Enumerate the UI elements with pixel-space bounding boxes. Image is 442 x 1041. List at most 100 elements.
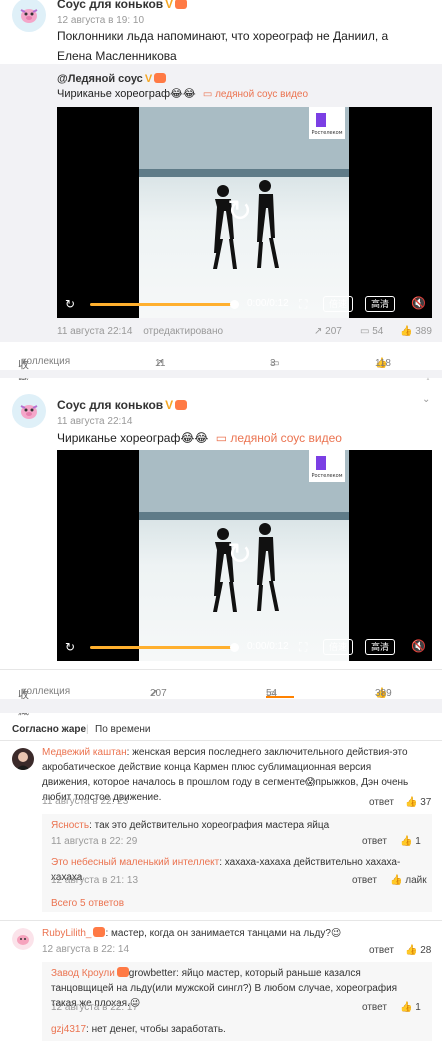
post-actions: 收藏 коллекция ↗ 207 ▭ 54 👍 389 — [0, 672, 442, 717]
laugh-emoji-icon: 😂😂 — [170, 88, 196, 100]
thumb-up-icon: 👍 — [405, 945, 418, 956]
commenter-avatar[interactable] — [12, 748, 34, 770]
author-name-text[interactable]: Соус для коньков — [57, 0, 163, 11]
comment-count-text[interactable]: 54 — [372, 326, 383, 337]
repost-text: Чириканье хореограф😂😂 ▭ ледяной соус вид… — [57, 84, 308, 105]
favorite-label: коллекция — [22, 686, 71, 697]
video-control-bar: ↻ 0:00/0:12 ⛶ 倍速 高清 🔇 — [57, 290, 432, 318]
comment-like-count: 28 — [420, 945, 432, 956]
section-separator — [0, 699, 442, 713]
comment-like-button[interactable]: 👍 37 — [405, 797, 431, 808]
repost-time: 11 августа 22:14 отредактировано — [57, 326, 223, 337]
reply-like-count: 1 — [415, 836, 421, 847]
reply-button[interactable]: ответ — [352, 875, 377, 886]
author-name[interactable]: Соус для коньков V — [57, 0, 188, 11]
video-player[interactable]: Ростелеком ↻ ↻ 0:00/0:12 ⛶ 倍速 高清 🔇 — [57, 107, 432, 318]
reply-button[interactable]: ответ — [362, 836, 387, 847]
share-count: 11 — [155, 358, 166, 369]
comment-icon: ▭ — [360, 326, 370, 337]
more-replies-link[interactable]: Всего 5 ответов — [51, 896, 124, 911]
speed-button[interactable]: 倍速 — [323, 296, 353, 312]
reply-time: 11 августа в 22: 29 — [51, 836, 138, 847]
thumb-up-icon: 👍 — [400, 1002, 413, 1013]
video-time: 0:00/0:12 — [247, 641, 289, 652]
reply-author[interactable]: gzj4317 — [51, 1024, 86, 1035]
like-count-text[interactable]: 389 — [415, 326, 432, 337]
video-link-label[interactable]: ледяной соус видео — [230, 431, 342, 445]
video-player[interactable]: Ростелеком ↻ ↻ 0:00/0:12 ⛶ 倍速 高清 🔇 — [57, 450, 432, 661]
repost-time-text[interactable]: 11 августа 22:14 — [57, 326, 132, 337]
replay-icon[interactable]: ↻ — [227, 197, 252, 227]
sort-time-tab[interactable]: По времени — [95, 724, 151, 735]
comment-count[interactable]: ▭ 54 — [360, 326, 383, 337]
repost-count-text[interactable]: 207 — [325, 326, 342, 337]
repost-count[interactable]: ↗ 207 — [314, 326, 342, 337]
reply-time: 12 августа в 22: 17 — [51, 1002, 139, 1013]
divider — [0, 740, 442, 741]
replay-icon[interactable]: ↻ — [227, 540, 252, 570]
commenter-avatar[interactable] — [12, 928, 34, 950]
wink-emoji-icon: 😉 — [330, 928, 342, 939]
post-text: Поклонники льда напоминают, что хореогра… — [57, 29, 389, 63]
quality-button[interactable]: 高清 — [365, 296, 395, 312]
reply-author[interactable]: Это небесный маленький интеллект — [51, 857, 219, 868]
reply-like-button[interactable]: 👍 лайк — [390, 875, 427, 886]
fullscreen-icon[interactable]: ⛶ — [299, 297, 307, 312]
crown-badge-icon — [93, 927, 106, 937]
sort-hot-tab[interactable]: Согласно жаре — [12, 724, 86, 735]
video-link-label[interactable]: ледяной соус видео — [215, 89, 308, 100]
mute-icon[interactable]: 🔇 — [411, 296, 426, 310]
favorite-label: коллекция — [22, 356, 71, 367]
face-emoji-icon: 😱 — [305, 777, 316, 788]
progress-knob[interactable] — [230, 643, 239, 652]
mute-icon[interactable]: 🔇 — [411, 639, 426, 653]
reply-author[interactable]: Ясность — [51, 820, 89, 831]
video-logo-text: Ростелеком — [312, 473, 343, 479]
reply-button[interactable]: ответ — [369, 797, 394, 808]
reply-button[interactable]: ответ — [369, 945, 394, 956]
author-name-text[interactable]: Соус для коньков — [57, 398, 163, 412]
share-count: 207 — [150, 688, 167, 699]
author-avatar[interactable] — [12, 0, 46, 32]
divider — [0, 920, 442, 921]
video-control-bar: ↻ 0:00/0:12 ⛶ 倍速 高清 🔇 — [57, 633, 432, 661]
video-link[interactable]: ▭ ледяной соус видео — [203, 89, 308, 100]
more-options-chevron-icon[interactable]: ⌄ — [422, 394, 430, 405]
speed-button[interactable]: 倍速 — [323, 639, 353, 655]
repost-box[interactable]: @Ледяной соус V Чириканье хореограф😂😂 ▭ л… — [0, 64, 442, 342]
video-time: 0:00/0:12 — [247, 298, 289, 309]
reply-button[interactable]: ответ — [362, 1002, 387, 1013]
post-time[interactable]: 11 августа 22:14 — [57, 416, 132, 427]
reply-author[interactable]: Завод Кроули — [51, 968, 115, 979]
fullscreen-icon[interactable]: ⛶ — [299, 640, 307, 655]
comment-like-button[interactable]: 👍 28 — [405, 945, 431, 956]
verified-icon: V — [165, 398, 174, 412]
reply-thread: Завод Кроули growbetter: яйцо мастер, кот… — [42, 962, 432, 1041]
commenter-name[interactable]: RubyLilith_ — [42, 928, 91, 939]
progress-bar[interactable] — [90, 303, 235, 306]
reply-text: Ясность: так это действительно хореограф… — [51, 818, 421, 833]
post-time[interactable]: 12 августа в 19: 10 — [57, 15, 144, 26]
share-icon: ↗ — [314, 326, 323, 337]
reply-like-count: 1 — [415, 1002, 421, 1013]
quality-button[interactable]: 高清 — [365, 639, 395, 655]
comment-time: 12 августа в 22: 14 — [42, 944, 130, 955]
like-count[interactable]: 👍 389 — [400, 326, 432, 337]
reply-like-button[interactable]: 👍 1 — [400, 1002, 421, 1013]
replay-small-icon[interactable]: ↻ — [65, 297, 75, 311]
comment-count-text: 3 — [270, 358, 276, 369]
author-avatar[interactable] — [12, 394, 46, 428]
reply-thread: Ясность: так это действительно хореограф… — [42, 814, 432, 912]
video-link[interactable]: ▭ ледяной соус видео — [216, 431, 342, 445]
edited-label: отредактировано — [143, 326, 224, 337]
post-text-content: Чириканье хореограф — [57, 431, 181, 445]
thumb-up-icon: 👍 — [390, 875, 403, 886]
comment-time: 11 августа в 22: 23 — [42, 796, 129, 807]
replay-small-icon[interactable]: ↻ — [65, 640, 75, 654]
reply-like-button[interactable]: 👍 1 — [400, 836, 421, 847]
progress-bar[interactable] — [90, 646, 235, 649]
author-name[interactable]: Соус для коньков V — [57, 398, 188, 412]
progress-knob[interactable] — [230, 300, 239, 309]
commenter-name[interactable]: Медвежий каштан — [42, 747, 127, 758]
post-card-2: Соус для коньков V ⌄ 11 августа 22:14 Чир… — [0, 380, 442, 717]
